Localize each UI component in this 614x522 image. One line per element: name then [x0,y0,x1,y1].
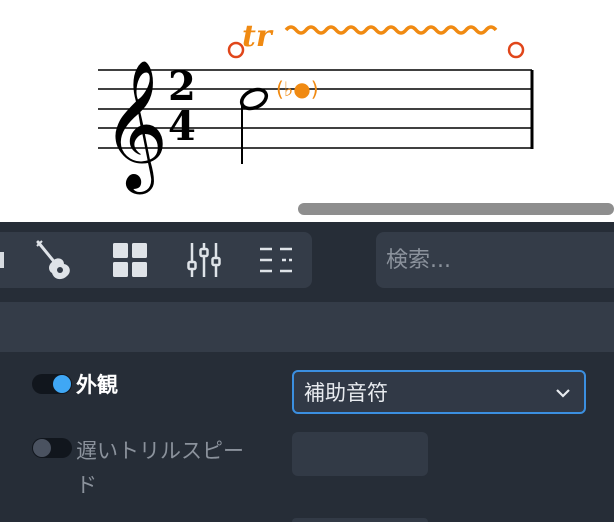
score-canvas[interactable]: 𝄞 2 4 (♭●) tr [0,0,614,222]
auxiliary-note-glyph: (♭●) [276,77,319,101]
auxiliary-note[interactable]: (♭●) [276,77,319,101]
trill-end-handle[interactable] [507,41,525,59]
trill-line[interactable]: tr [227,19,525,59]
toggle-knob [53,375,71,393]
appearance-toggle[interactable] [32,374,72,394]
score-svg: 𝄞 2 4 (♭●) tr [98,19,534,195]
slow-trill-speed-input[interactable] [292,432,428,476]
time-signature-bottom: 4 [168,103,196,150]
properties-panel: 外観 補助音符 遅いトリルスピー ド [0,222,614,522]
horizontal-scrollbar[interactable] [298,201,614,215]
search-box[interactable] [376,232,614,288]
guitar-icon [36,240,70,280]
grid-icon [113,243,147,277]
slow-trill-speed-label-line1: 遅いトリルスピー [76,439,244,463]
grid-button[interactable] [108,238,152,282]
chevron-down-icon [556,389,570,398]
appearance-select-value: 補助音符 [304,381,388,405]
section-header-bar [0,302,614,352]
next-field-partial[interactable] [292,518,428,522]
appearance-label: 外観 [76,373,118,397]
list-outline-button[interactable] [254,238,298,282]
trill-symbol: tr [242,19,274,54]
list-outline-icon [260,247,292,273]
slow-trill-speed-label-line2: ド [76,473,97,497]
scrollbar-thumb[interactable] [298,203,614,215]
toolbar-edge-marker [0,252,4,268]
half-note[interactable] [239,86,270,164]
slow-trill-speed-toggle[interactable] [32,438,72,458]
search-input[interactable] [376,232,614,288]
treble-clef-icon: 𝄞 [102,59,168,195]
panel-toolbar [0,232,312,288]
instrument-guitar-button[interactable] [32,238,76,282]
appearance-select[interactable]: 補助音符 [292,370,586,414]
trill-start-handle[interactable] [227,41,245,59]
trill-wavy-line [284,25,498,35]
mixer-button[interactable] [182,238,226,282]
mixer-sliders-icon [187,243,221,277]
toggle-knob [33,439,51,457]
